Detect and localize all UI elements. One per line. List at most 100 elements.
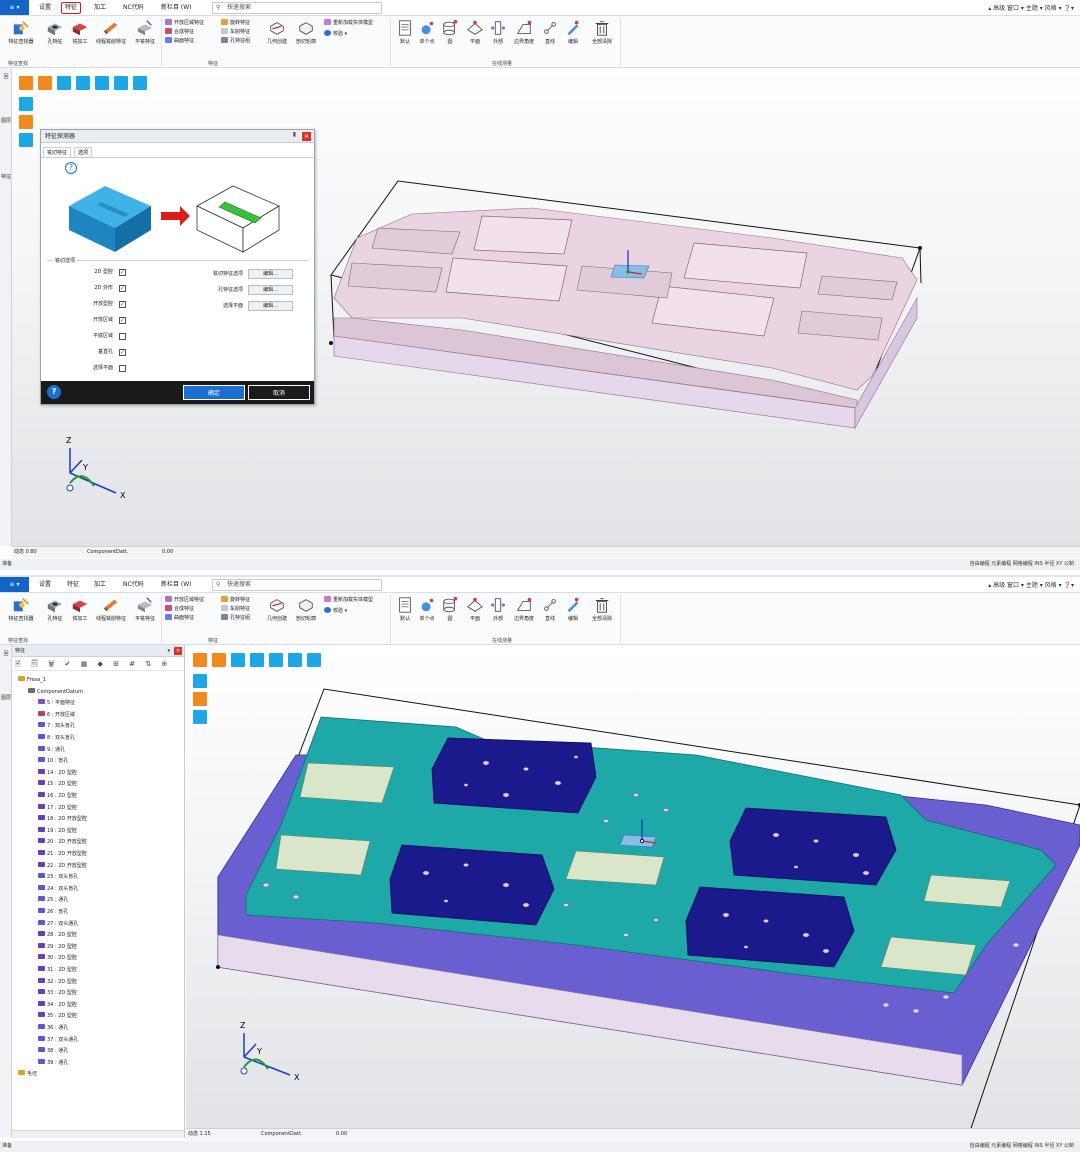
measure-edit-button-2[interactable]: 编辑: [563, 596, 583, 623]
close-icon[interactable]: ✕: [302, 132, 311, 141]
feature-finder-button-2[interactable]: 特征查找器: [4, 596, 38, 623]
tree-node[interactable]: 38 : 通孔: [38, 1046, 68, 1056]
tab-features-2[interactable]: 特征: [64, 579, 82, 591]
option-checkbox[interactable]: ✓: [119, 285, 126, 292]
side-tab-layers[interactable]: 图层: [1, 118, 11, 124]
reload-model-button[interactable]: 重新加载实体模型: [324, 19, 373, 27]
dynamic-readout-2[interactable]: 动态 1.15: [188, 1129, 211, 1140]
measure-circle-button[interactable]: 圆: [440, 19, 460, 46]
measure-edge-angle-button[interactable]: 边界角度: [511, 19, 537, 46]
search-input[interactable]: ⚲ 快速搜索: [212, 2, 382, 14]
component-select[interactable]: ComponentDatt.: [87, 547, 128, 558]
measure-outside-button-2[interactable]: 外部: [488, 596, 508, 623]
option-checkbox[interactable]: ✓: [119, 349, 126, 356]
verify-button-2[interactable]: 校验 ▾: [324, 607, 347, 615]
hole-group-feature[interactable]: 孔特征组: [221, 37, 250, 45]
option-checkbox[interactable]: ✓: [119, 269, 126, 276]
value-field[interactable]: 0.00: [162, 547, 173, 558]
section-profile-button[interactable]: 剖切轮廓: [292, 19, 320, 46]
composite-feature-2[interactable]: 合成特征: [165, 605, 194, 613]
measure-outside-button[interactable]: 外部: [488, 19, 508, 46]
tree-node[interactable]: 18 : 2D 开放型腔: [38, 814, 87, 824]
tab-nc-code[interactable]: NC代码: [120, 2, 147, 14]
rotate-feature[interactable]: 旋转特征: [221, 19, 250, 27]
tab-milling-features[interactable]: 铣切特征: [43, 147, 72, 157]
tree-node[interactable]: 24 : 双头盲孔: [38, 884, 78, 894]
thread-milling-button-2[interactable]: 线程铣削特征: [93, 596, 129, 623]
edit-milling-options-button[interactable]: 编辑...: [248, 269, 293, 279]
tab-new-column-2[interactable]: 新栏目 (W): [158, 579, 195, 591]
pin-icon[interactable]: ▾: [167, 645, 170, 657]
tree-node[interactable]: 32 : 2D 型腔: [38, 977, 77, 987]
pin-icon[interactable]: ▮: [293, 131, 296, 138]
tree-node[interactable]: 20 : 2D 开放型腔: [38, 837, 87, 847]
tab-features[interactable]: 特征: [61, 2, 82, 14]
measure-circle-button-2[interactable]: 圆: [440, 596, 460, 623]
rotate-feature-2[interactable]: 旋转特征: [221, 596, 250, 604]
horizontal-scrollbar[interactable]: [12, 1130, 184, 1138]
value-field-2[interactable]: 0.00: [336, 1129, 347, 1140]
edit-plane-button[interactable]: 编辑...: [248, 301, 293, 311]
milling-button[interactable]: 铣加工: [68, 19, 92, 46]
tree-node[interactable]: 36 : 通孔: [38, 1023, 68, 1033]
measure-point-button-2[interactable]: 单个点: [417, 596, 437, 623]
open-region-feature-2[interactable]: 开放区域特征: [165, 596, 204, 604]
hole-feature-button[interactable]: 孔特征: [43, 19, 67, 46]
top-right-menu[interactable]: ▴ 高级 窗口 ▾ 主题 ▾ 风格 ▾ ❓▾: [988, 3, 1074, 12]
open-region-feature[interactable]: 开放区域特征: [165, 19, 204, 27]
surface-feature-2[interactable]: 曲面特征: [165, 614, 194, 622]
tree-node[interactable]: Fresa_1: [18, 675, 46, 685]
tab-settings[interactable]: 设置: [36, 2, 54, 14]
tree-node[interactable]: 28 : 2D 型腔: [38, 930, 77, 940]
measure-line-button-2[interactable]: 直线: [540, 596, 560, 623]
tree-node[interactable]: 34 : 2D 型腔: [38, 1000, 77, 1010]
tree-node[interactable]: 31 : 2D 型腔: [38, 965, 77, 975]
measure-edit-button[interactable]: 编辑: [563, 19, 583, 46]
tree-node[interactable]: 16 : 2D 型腔: [38, 791, 77, 801]
measure-point-button[interactable]: 单个点: [417, 19, 437, 46]
tree-node[interactable]: 23 : 双头盲孔: [38, 872, 78, 882]
file-menu-button-2[interactable]: ≡ ▾: [0, 577, 29, 592]
hole-feature-button-2[interactable]: 孔特征: [43, 596, 67, 623]
dynamic-readout[interactable]: 动态 0.80: [14, 547, 37, 558]
turning-feature-2[interactable]: 车削特征: [221, 605, 250, 613]
component-select-2[interactable]: ComponentDatt.: [261, 1129, 302, 1140]
tree-node[interactable]: 5 : 平面特征: [38, 698, 75, 708]
tree-node[interactable]: 9 : 通孔: [38, 745, 65, 755]
tree-node[interactable]: 30 : 2D 型腔: [38, 953, 77, 963]
ok-button[interactable]: 确定: [183, 385, 245, 400]
geometry-create-button-2[interactable]: 几何创建: [263, 596, 291, 623]
measure-edge-angle-button-2[interactable]: 边界角度: [511, 596, 537, 623]
search-input-2[interactable]: ⚲ 快速搜索: [212, 579, 382, 591]
feature-finder-button[interactable]: 特征查找器: [4, 19, 38, 46]
measure-default-button-2[interactable]: 默认: [395, 596, 415, 623]
tree-node[interactable]: 6 : 开放区域: [38, 710, 75, 720]
turning-feature[interactable]: 车削特征: [221, 28, 250, 36]
option-checkbox[interactable]: ✓: [119, 317, 126, 324]
3d-viewport-2[interactable]: Z Y X: [186, 645, 1080, 1128]
tree-node[interactable]: 39 : 通孔: [38, 1058, 68, 1068]
hole-group-feature-2[interactable]: 孔特征组: [221, 614, 250, 622]
close-icon[interactable]: ✕: [174, 647, 182, 655]
tree-node[interactable]: 29 : 2D 型腔: [38, 942, 77, 952]
option-checkbox[interactable]: ✓: [119, 301, 126, 308]
tab-machining-2[interactable]: 加工: [91, 579, 109, 591]
tree-node[interactable]: 37 : 双头通孔: [38, 1035, 78, 1045]
measure-line-button[interactable]: 直线: [540, 19, 560, 46]
tree-node[interactable]: 7 : 双头盲孔: [38, 721, 75, 731]
tab-new-column[interactable]: 新栏目 (W): [158, 2, 195, 14]
flat-milling-button[interactable]: 平铣特征: [131, 19, 159, 46]
side-tab-features[interactable]: 特征: [1, 174, 11, 180]
tree-node[interactable]: ComponentDatum: [28, 687, 83, 697]
tree-node[interactable]: 33 : 2D 型腔: [38, 988, 77, 998]
side-tab-1-b[interactable]: 回: [1, 651, 11, 657]
side-tab-layers-b[interactable]: 图层: [1, 695, 11, 701]
option-checkbox[interactable]: [119, 365, 126, 372]
3d-viewport[interactable]: Z Y X 特征探测器 ▮ ✕ 铣切特征 选项 ? 铣切选项 2D 型腔 ✓ 2…: [12, 68, 1080, 546]
tree-node[interactable]: 21 : 2D 开放型腔: [38, 849, 87, 859]
tree-node[interactable]: 毛坯: [18, 1069, 37, 1079]
tree-node[interactable]: 10 : 盲孔: [38, 756, 68, 766]
clear-all-button[interactable]: 全部清除: [587, 19, 617, 46]
tree-node[interactable]: 26 : 盲孔: [38, 907, 68, 917]
section-profile-button-2[interactable]: 剖切轮廓: [292, 596, 320, 623]
